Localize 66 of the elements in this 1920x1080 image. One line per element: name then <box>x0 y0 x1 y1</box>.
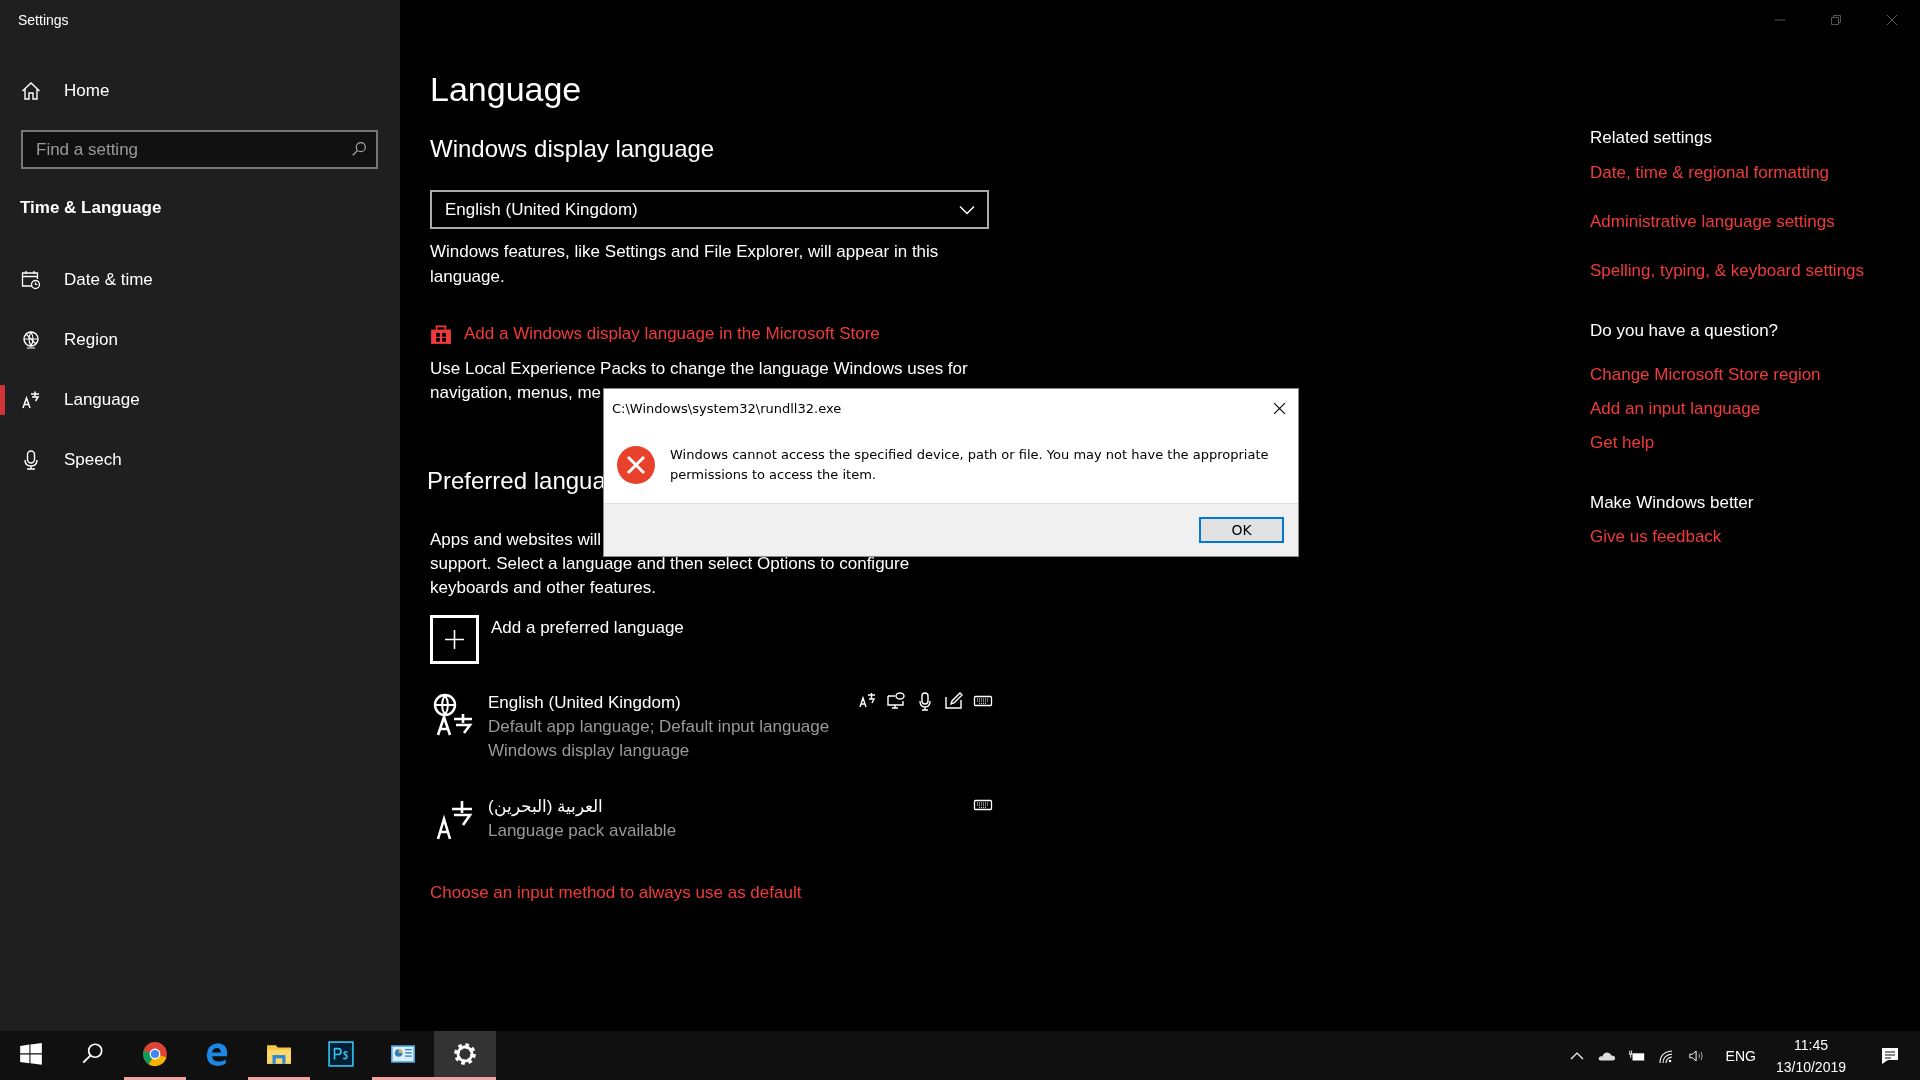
section-heading: Windows display language <box>430 134 715 164</box>
related-link[interactable]: Add an input language <box>1590 397 1761 421</box>
related-link[interactable]: Administrative language settings <box>1590 210 1835 234</box>
clock[interactable]: 11:45 13/10/2019 <box>1775 1033 1846 1078</box>
error-message: Windows cannot access the specified device, path or file. You may not have the appropriate permissions to access the item. <box>670 446 1270 484</box>
calendar-clock-icon <box>21 270 41 290</box>
microphone-icon <box>21 450 41 470</box>
related-heading: Do you have a question? <box>1590 320 1779 342</box>
home-icon <box>21 81 41 101</box>
monitor-speech-icon <box>886 691 906 711</box>
language-dropdown[interactable]: English (United Kingdom) <box>430 190 989 229</box>
shopping-bag-icon <box>430 323 452 345</box>
globe-icon <box>21 330 41 350</box>
plus-icon <box>430 615 479 664</box>
related-heading: Related settings <box>1590 127 1712 149</box>
window-title: Settings <box>18 12 69 28</box>
input-method-link[interactable]: Choose an input method to always use as default <box>430 881 802 905</box>
pen-icon <box>944 691 964 711</box>
related-link[interactable]: Give us feedback <box>1590 525 1722 549</box>
related-link[interactable]: Change Microsoft Store region <box>1590 363 1821 387</box>
settings-icon <box>452 1041 478 1067</box>
language-detail: Language pack available <box>488 820 677 842</box>
description-text: support. Select a language and then select Options to configure <box>430 553 910 575</box>
error-icon <box>616 445 656 485</box>
language-detail: Default app language; Default input language <box>488 716 830 738</box>
related-link[interactable]: Spelling, typing, & keyboard settings <box>1590 259 1865 283</box>
sidebar-item[interactable]: Speech <box>0 430 400 490</box>
sidebar-item[interactable]: Date & time <box>0 250 400 310</box>
related-link[interactable]: Date, time & regional formatting <box>1590 161 1830 185</box>
close-icon[interactable] <box>1273 401 1286 415</box>
section-heading: Preferred langua <box>427 466 606 496</box>
language-icon <box>21 390 41 410</box>
description-text: Apps and websites will <box>430 529 603 551</box>
dialog-title: C:\Windows\system32\rundll32.exe <box>612 400 842 416</box>
search-icon <box>350 140 368 158</box>
taskbar-button[interactable] <box>434 1031 496 1080</box>
page-title: Language <box>430 69 582 110</box>
language-detail: Windows display language <box>488 740 690 762</box>
description-text: navigation, menus, me <box>430 382 603 404</box>
ok-button[interactable]: OK <box>1199 517 1284 543</box>
add-language-button[interactable]: Add a preferred language <box>430 615 684 664</box>
windows-icon <box>18 1041 44 1067</box>
restore-icon[interactable] <box>1830 14 1842 26</box>
chevron-down-icon <box>959 204 975 215</box>
section-title: Time & Language <box>20 197 162 219</box>
clock-date: 13/10/2019 <box>1775 1057 1846 1077</box>
search-field[interactable]: Find a setting <box>21 130 378 169</box>
description-text: Windows features, like Settings and File Explorer, will appear in this language. <box>430 241 940 288</box>
related-link[interactable]: Get help <box>1590 431 1655 455</box>
input-language-indicator[interactable]: ENG <box>1725 1047 1756 1064</box>
notifications-icon[interactable] <box>1880 1045 1900 1066</box>
volume-icon[interactable] <box>1687 1047 1706 1064</box>
language-name: English (United Kingdom) <box>488 692 681 714</box>
clock-time: 11:45 <box>1793 1035 1828 1055</box>
photo-editor-icon <box>328 1041 354 1067</box>
browser-icon <box>142 1041 168 1067</box>
sidebar-item[interactable]: Region <box>0 310 400 370</box>
sidebar-item[interactable]: Language <box>0 370 400 430</box>
store-link[interactable]: Add a Windows display language in the Microsoft Store <box>430 322 880 346</box>
browser-icon <box>204 1041 230 1067</box>
language-name: العربية (البحرين) <box>488 796 604 819</box>
language-item[interactable]: English (United Kingdom) Default app language; Default input language Windows display language <box>430 691 990 763</box>
description-text: Use Local Experience Packs to change the language Windows uses for <box>430 358 968 380</box>
home-link[interactable]: Home <box>0 61 400 121</box>
related-heading: Make Windows better <box>1590 492 1754 514</box>
description-text: keyboards and other features. <box>430 577 657 599</box>
